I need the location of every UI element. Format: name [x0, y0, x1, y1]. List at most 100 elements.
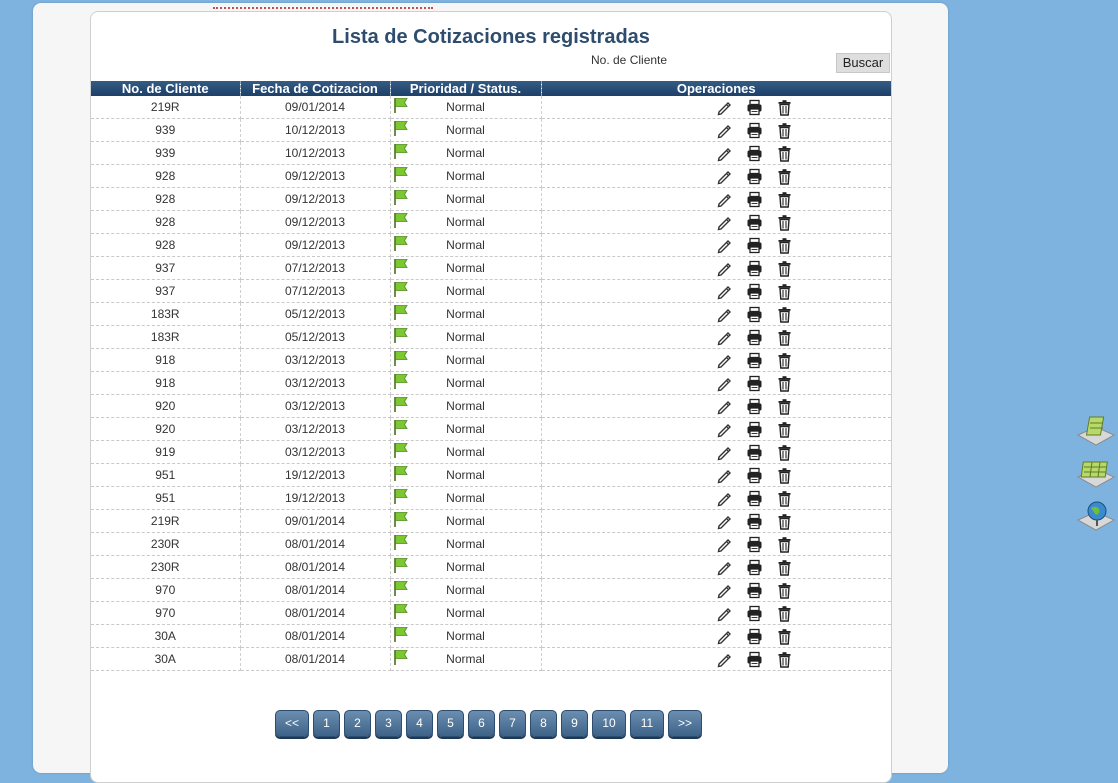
- pencil-icon[interactable]: [716, 536, 733, 553]
- page-7-button[interactable]: 7: [499, 710, 526, 737]
- printer-icon[interactable]: [746, 490, 763, 507]
- trash-icon[interactable]: [776, 145, 793, 162]
- pencil-icon[interactable]: [716, 191, 733, 208]
- trash-icon[interactable]: [776, 99, 793, 116]
- status-text: Normal: [446, 99, 485, 114]
- trash-icon[interactable]: [776, 490, 793, 507]
- page-6-button[interactable]: 6: [468, 710, 495, 737]
- status-text: Normal: [446, 306, 485, 321]
- printer-icon[interactable]: [746, 122, 763, 139]
- pencil-icon[interactable]: [716, 375, 733, 392]
- printer-icon[interactable]: [746, 628, 763, 645]
- printer-icon[interactable]: [746, 398, 763, 415]
- page-8-button[interactable]: 8: [530, 710, 557, 737]
- client-number: 920: [91, 394, 241, 418]
- page-4-button[interactable]: 4: [406, 710, 433, 737]
- pencil-icon[interactable]: [716, 260, 733, 277]
- trash-icon[interactable]: [776, 168, 793, 185]
- page-3-button[interactable]: 3: [375, 710, 402, 737]
- status-text: Normal: [446, 444, 485, 459]
- search-button[interactable]: Buscar: [836, 53, 890, 73]
- trash-icon[interactable]: [776, 375, 793, 392]
- trash-icon[interactable]: [776, 536, 793, 553]
- printer-icon[interactable]: [746, 99, 763, 116]
- printer-icon[interactable]: [746, 283, 763, 300]
- page-11-button[interactable]: 11: [630, 710, 664, 737]
- pencil-icon[interactable]: [716, 582, 733, 599]
- trash-icon[interactable]: [776, 122, 793, 139]
- pencil-icon[interactable]: [716, 168, 733, 185]
- trash-icon[interactable]: [776, 605, 793, 622]
- trash-icon[interactable]: [776, 513, 793, 530]
- printer-icon[interactable]: [746, 191, 763, 208]
- trash-icon[interactable]: [776, 352, 793, 369]
- printer-icon[interactable]: [746, 145, 763, 162]
- trash-icon[interactable]: [776, 444, 793, 461]
- trash-icon[interactable]: [776, 628, 793, 645]
- pencil-icon[interactable]: [716, 398, 733, 415]
- pencil-icon[interactable]: [716, 214, 733, 231]
- printer-icon[interactable]: [746, 651, 763, 668]
- trash-icon[interactable]: [776, 283, 793, 300]
- printer-icon[interactable]: [746, 214, 763, 231]
- printer-icon[interactable]: [746, 352, 763, 369]
- spreadsheet-icon[interactable]: [1076, 457, 1116, 491]
- pencil-icon[interactable]: [716, 628, 733, 645]
- page-9-button[interactable]: 9: [561, 710, 588, 737]
- printer-icon[interactable]: [746, 375, 763, 392]
- pencil-icon[interactable]: [716, 605, 733, 622]
- printer-icon[interactable]: [746, 306, 763, 323]
- pencil-icon[interactable]: [716, 306, 733, 323]
- printer-icon[interactable]: [746, 444, 763, 461]
- trash-icon[interactable]: [776, 191, 793, 208]
- pencil-icon[interactable]: [716, 490, 733, 507]
- page-10-button[interactable]: 10: [592, 710, 626, 737]
- printer-icon[interactable]: [746, 536, 763, 553]
- printer-icon[interactable]: [746, 559, 763, 576]
- printer-icon[interactable]: [746, 237, 763, 254]
- pencil-icon[interactable]: [716, 559, 733, 576]
- globe-pin-icon[interactable]: [1076, 500, 1116, 534]
- operations-cell: [541, 532, 891, 556]
- pencil-icon[interactable]: [716, 444, 733, 461]
- pencil-icon[interactable]: [716, 513, 733, 530]
- pencil-icon[interactable]: [716, 329, 733, 346]
- page-1-button[interactable]: 1: [313, 710, 340, 737]
- printer-icon[interactable]: [746, 329, 763, 346]
- printer-icon[interactable]: [746, 467, 763, 484]
- trash-icon[interactable]: [776, 306, 793, 323]
- pencil-icon[interactable]: [716, 651, 733, 668]
- page-first-button[interactable]: <<: [275, 710, 309, 737]
- trash-icon[interactable]: [776, 582, 793, 599]
- status-text: Normal: [446, 260, 485, 275]
- pencil-icon[interactable]: [716, 145, 733, 162]
- trash-icon[interactable]: [776, 329, 793, 346]
- pencil-icon[interactable]: [716, 467, 733, 484]
- trash-icon[interactable]: [776, 421, 793, 438]
- printer-icon[interactable]: [746, 421, 763, 438]
- printer-icon[interactable]: [746, 513, 763, 530]
- printer-icon[interactable]: [746, 168, 763, 185]
- printer-icon[interactable]: [746, 582, 763, 599]
- page-2-button[interactable]: 2: [344, 710, 371, 737]
- pencil-icon[interactable]: [716, 237, 733, 254]
- pencil-icon[interactable]: [716, 352, 733, 369]
- pencil-icon[interactable]: [716, 99, 733, 116]
- trash-icon[interactable]: [776, 651, 793, 668]
- pencil-icon[interactable]: [716, 421, 733, 438]
- trash-icon[interactable]: [776, 237, 793, 254]
- trash-icon[interactable]: [776, 260, 793, 277]
- printer-icon[interactable]: [746, 605, 763, 622]
- trash-icon[interactable]: [776, 214, 793, 231]
- printer-icon[interactable]: [746, 260, 763, 277]
- pencil-icon[interactable]: [716, 283, 733, 300]
- page-last-button[interactable]: >>: [668, 710, 702, 737]
- page-5-button[interactable]: 5: [437, 710, 464, 737]
- pencil-icon[interactable]: [716, 122, 733, 139]
- green-flag-icon: [393, 512, 408, 527]
- quote-date: 08/01/2014: [240, 578, 391, 602]
- trash-icon[interactable]: [776, 398, 793, 415]
- trash-icon[interactable]: [776, 467, 793, 484]
- calculator-sheet-icon[interactable]: [1076, 415, 1116, 449]
- trash-icon[interactable]: [776, 559, 793, 576]
